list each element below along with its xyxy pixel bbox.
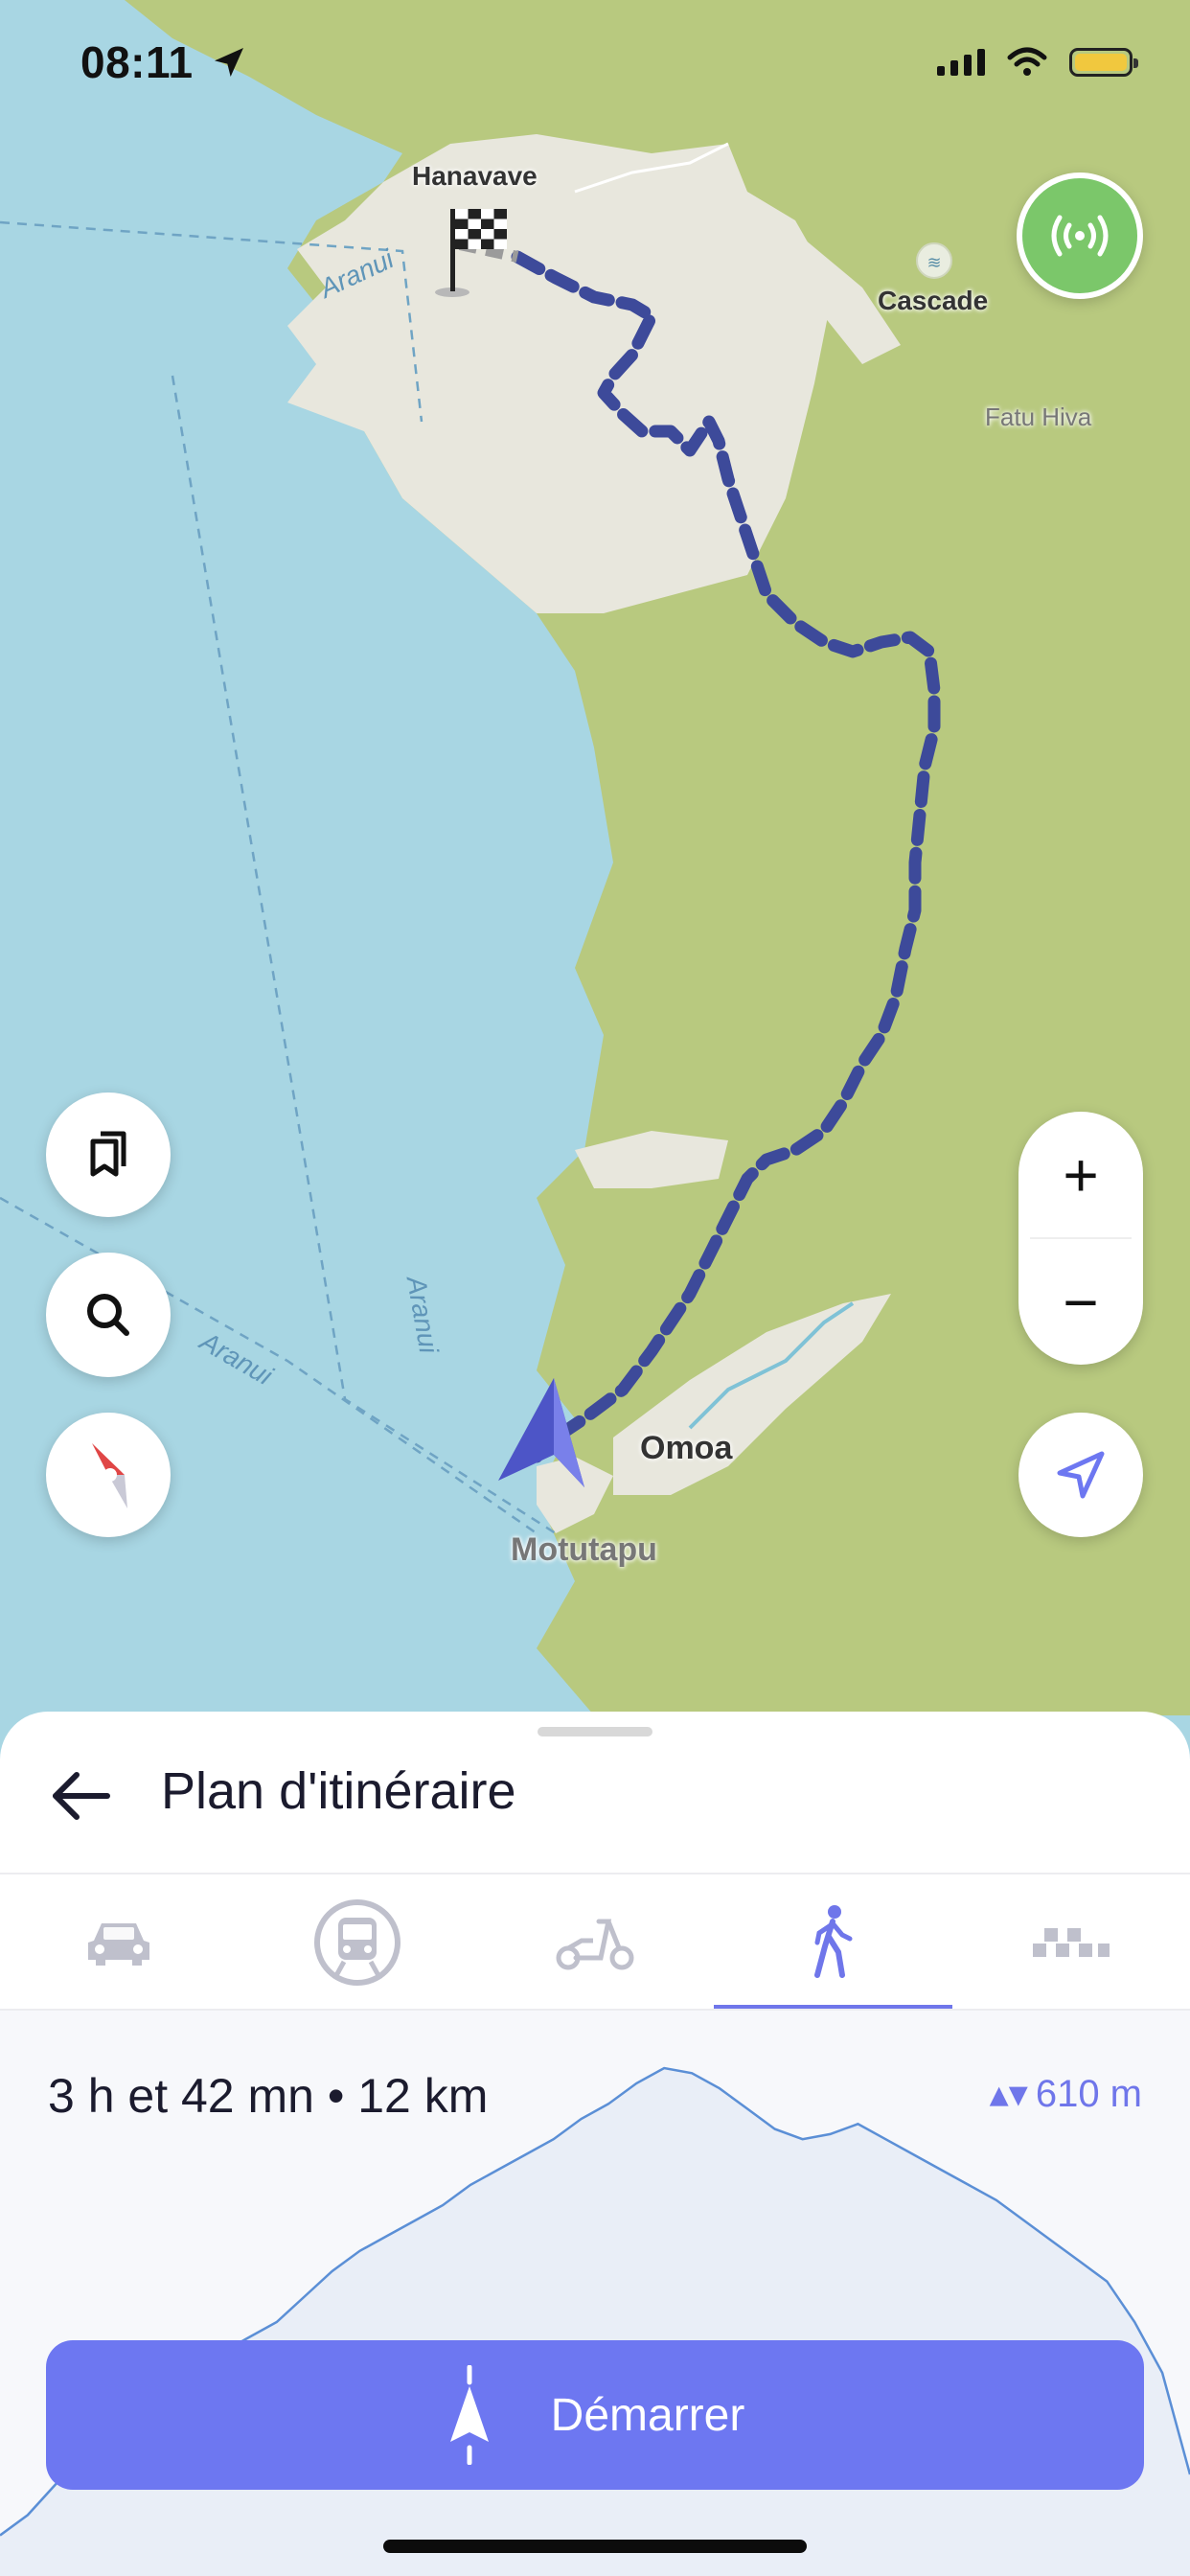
cellular-signal-icon	[937, 49, 985, 76]
start-button-label: Démarrer	[550, 2389, 745, 2441]
tab-taxi[interactable]	[952, 1874, 1190, 2011]
zoom-out-button[interactable]: −	[1018, 1239, 1143, 1365]
place-label-omoa: Omoa	[640, 1430, 733, 1466]
wifi-icon	[1007, 47, 1047, 76]
start-arrow-icon	[449, 2365, 489, 2465]
tab-car[interactable]	[0, 1874, 238, 2011]
compass-button[interactable]	[46, 1413, 171, 1537]
route-duration-distance: 3 h et 42 mn • 12 km	[48, 2069, 489, 2123]
place-label-hanavave: Hanavave	[412, 161, 538, 191]
status-time: 08:11	[80, 36, 248, 88]
search-button[interactable]	[46, 1253, 171, 1377]
start-navigation-button[interactable]: Démarrer	[46, 2340, 1144, 2490]
back-arrow-icon	[53, 1772, 110, 1820]
place-label-cascade: Cascade	[878, 286, 989, 315]
map[interactable]: ≋	[0, 0, 1190, 1715]
search-icon	[87, 1294, 129, 1336]
taxi-checker-icon	[1032, 1928, 1110, 1957]
transport-mode-tabs	[0, 1874, 1190, 2011]
compass-icon	[92, 1443, 127, 1508]
live-tracking-button[interactable]	[1017, 172, 1143, 299]
home-indicator[interactable]	[383, 2540, 807, 2553]
train-icon	[313, 1899, 400, 1986]
tab-transit[interactable]	[238, 1874, 475, 2011]
zoom-control[interactable]: + −	[1018, 1112, 1143, 1365]
bookmarks-icon	[90, 1131, 126, 1177]
location-arrow-icon	[214, 48, 243, 77]
walking-person-icon	[814, 1905, 853, 1978]
sheet-drag-handle[interactable]	[538, 1727, 652, 1736]
elevation-gain-value: 610 m	[1035, 2072, 1142, 2115]
elevation-profile-fill	[0, 2068, 1190, 2576]
car-icon	[88, 1923, 150, 1966]
route-plan-sheet: Plan d'itinéraire 3 h et 42 mn • 12 km ▴…	[0, 1712, 1190, 2576]
svg-text:≋: ≋	[927, 253, 941, 272]
place-label-motutapu: Motutapu	[511, 1531, 657, 1568]
zoom-in-button[interactable]: +	[1018, 1112, 1143, 1237]
back-button[interactable]	[48, 1765, 115, 1827]
tab-scooter[interactable]	[476, 1874, 714, 2011]
status-indicators	[937, 46, 1138, 79]
locate-arrow-icon	[1057, 1451, 1105, 1499]
sheet-title: Plan d'itinéraire	[161, 1762, 516, 1820]
elevation-gain: ▴▾ 610 m	[990, 2072, 1142, 2116]
place-label-fatu-hiva: Fatu Hiva	[985, 402, 1092, 431]
broadcast-signal-icon	[1051, 215, 1109, 257]
battery-icon	[1069, 48, 1138, 77]
locate-me-button[interactable]	[1018, 1413, 1143, 1537]
bookmarks-button[interactable]	[46, 1092, 171, 1217]
up-down-triangles-icon: ▴▾	[989, 2073, 1028, 2115]
scooter-icon	[556, 1919, 634, 1970]
tab-walk[interactable]	[714, 1874, 952, 2011]
